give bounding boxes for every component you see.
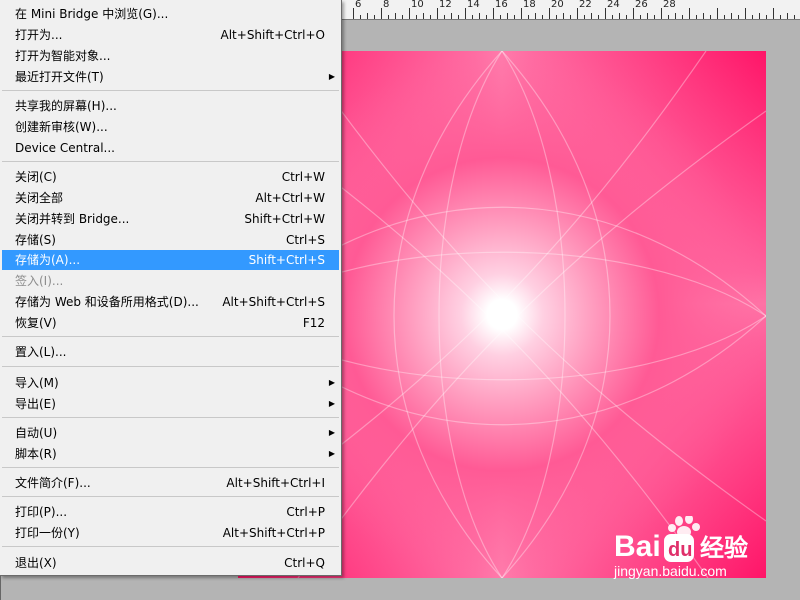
menu-item-label: 导出(E) (15, 397, 56, 411)
menu-item-shortcut: Alt+Shift+Ctrl+I (226, 476, 325, 490)
menu-item-label: 签入(I)... (15, 274, 64, 288)
ruler-label: 12 (439, 0, 452, 10)
submenu-arrow-icon: ▶ (328, 399, 335, 408)
menu-item-open-recent[interactable]: 最近打开文件(T) ▶ (2, 67, 339, 87)
menu-item-label: 存储为(A)... (15, 253, 81, 267)
baidu-paw-logo: Bai du 经验 jingyan.baidu.com (613, 514, 748, 579)
watermark-url: jingyan.baidu.com (613, 563, 727, 579)
baidu-jingyan-watermark: Bai du 经验 jingyan.baidu.com (612, 514, 792, 582)
menu-item-shortcut: F12 (302, 316, 325, 330)
file-menu: 在 Mini Bridge 中浏览(G)... 打开为... Alt+Shift+… (0, 0, 342, 576)
menu-item-device-central[interactable]: Device Central... (2, 138, 339, 158)
menu-item-shortcut: Ctrl+P (286, 505, 325, 519)
menu-item-shortcut: Alt+Shift+Ctrl+S (222, 295, 325, 309)
svg-text:du: du (668, 539, 692, 561)
menu-item-label: 共享我的屏幕(H)... (15, 99, 117, 113)
menu-item-shortcut: Shift+Ctrl+W (244, 212, 325, 226)
menu-item-check-in: 签入(I)... (2, 271, 339, 291)
menu-item-label: 导入(M) (15, 376, 59, 390)
submenu-arrow-icon: ▶ (328, 378, 335, 387)
menu-item-label: 文件简介(F)... (15, 476, 91, 490)
ruler-label: 20 (551, 0, 564, 10)
menu-item-exit[interactable]: 退出(X) Ctrl+Q (2, 553, 339, 573)
menu-item-shortcut: Ctrl+W (281, 170, 325, 184)
menu-item-label: 脚本(R) (15, 447, 57, 461)
menu-item-shortcut: Alt+Ctrl+W (255, 191, 325, 205)
menu-item-label: 打开为智能对象... (15, 49, 111, 63)
ruler-label: 24 (607, 0, 620, 10)
menu-item-revert[interactable]: 恢复(V) F12 (2, 313, 339, 333)
menu-item-close-all[interactable]: 关闭全部 Alt+Ctrl+W (2, 188, 339, 208)
submenu-arrow-icon: ▶ (328, 449, 335, 458)
horizontal-ruler: 6 8 10 12 14 16 18 20 22 24 26 28 (340, 0, 800, 20)
menu-item-open-as-smart-object[interactable]: 打开为智能对象... (2, 46, 339, 66)
menu-item-create-review[interactable]: 创建新审核(W)... (2, 117, 339, 137)
submenu-arrow-icon: ▶ (328, 72, 335, 81)
menu-item-label: 存储(S) (15, 233, 56, 247)
ruler-label: 10 (411, 0, 424, 10)
menu-separator (2, 496, 339, 497)
menu-item-shortcut: Ctrl+S (285, 233, 325, 247)
menu-item-shortcut: Shift+Ctrl+S (248, 253, 325, 267)
menu-separator (2, 336, 339, 337)
ruler-label: 28 (663, 0, 676, 10)
menu-item-save-as[interactable]: 存储为(A)... Shift+Ctrl+S (2, 250, 339, 270)
menu-item-label: 恢复(V) (15, 316, 57, 330)
menu-item-label: 退出(X) (15, 556, 57, 570)
menu-item-label: 关闭(C) (15, 170, 57, 184)
ruler-label: 8 (383, 0, 390, 10)
menu-item-label: 打印(P)... (15, 505, 68, 519)
ruler-label: 16 (495, 0, 508, 10)
menu-item-open-as[interactable]: 打开为... Alt+Shift+Ctrl+O (2, 25, 339, 45)
watermark-brand-text: Bai (614, 530, 661, 563)
menu-separator (2, 161, 339, 162)
menu-item-print-one-copy[interactable]: 打印一份(Y) Alt+Shift+Ctrl+P (2, 523, 339, 543)
menu-item-label: 在 Mini Bridge 中浏览(G)... (15, 7, 169, 21)
watermark-jingyan-text: 经验 (700, 534, 748, 562)
menu-item-place[interactable]: 置入(L)... (2, 342, 339, 362)
menu-item-label: 关闭并转到 Bridge... (15, 212, 130, 226)
submenu-arrow-icon: ▶ (328, 428, 335, 437)
menu-item-automate[interactable]: 自动(U) ▶ (2, 423, 339, 443)
menu-item-label: 打印一份(Y) (15, 526, 80, 540)
vertical-ruler-edge (0, 576, 5, 600)
menu-separator (2, 90, 339, 91)
menu-item-label: 自动(U) (15, 426, 58, 440)
menu-item-label: 最近打开文件(T) (15, 70, 104, 84)
menu-item-label: 打开为... (15, 28, 63, 42)
ruler-ticks (353, 8, 795, 19)
menu-item-label: 创建新审核(W)... (15, 120, 108, 134)
menu-separator (2, 467, 339, 468)
ruler-label: 14 (467, 0, 480, 10)
menu-item-close[interactable]: 关闭(C) Ctrl+W (2, 167, 339, 187)
menu-item-label: Device Central... (15, 141, 115, 155)
menu-separator (2, 366, 339, 367)
menu-item-file-info[interactable]: 文件简介(F)... Alt+Shift+Ctrl+I (2, 473, 339, 493)
menu-item-shortcut: Ctrl+Q (284, 556, 325, 570)
menu-item-shortcut: Alt+Shift+Ctrl+P (222, 526, 325, 540)
menu-item-shortcut: Alt+Shift+Ctrl+O (220, 28, 325, 42)
ruler-label: 6 (355, 0, 362, 10)
ruler-label: 22 (579, 0, 592, 10)
menu-item-label: 置入(L)... (15, 345, 67, 359)
menu-separator (2, 546, 339, 547)
menu-item-close-go-bridge[interactable]: 关闭并转到 Bridge... Shift+Ctrl+W (2, 209, 339, 229)
ruler-label: 26 (635, 0, 648, 10)
menu-item-save-for-web[interactable]: 存储为 Web 和设备所用格式(D)... Alt+Shift+Ctrl+S (2, 292, 339, 312)
menu-item-save[interactable]: 存储(S) Ctrl+S (2, 230, 339, 250)
ruler-label: 18 (523, 0, 536, 10)
menu-item-label: 存储为 Web 和设备所用格式(D)... (15, 295, 199, 309)
menu-item-import[interactable]: 导入(M) ▶ (2, 373, 339, 393)
menu-item-print[interactable]: 打印(P)... Ctrl+P (2, 502, 339, 522)
menu-item-share-screen[interactable]: 共享我的屏幕(H)... (2, 96, 339, 116)
menu-item-browse-mini-bridge[interactable]: 在 Mini Bridge 中浏览(G)... (2, 4, 339, 24)
menu-item-export[interactable]: 导出(E) ▶ (2, 394, 339, 414)
menu-item-label: 关闭全部 (15, 191, 64, 205)
menu-separator (2, 417, 339, 418)
menu-item-scripts[interactable]: 脚本(R) ▶ (2, 444, 339, 464)
